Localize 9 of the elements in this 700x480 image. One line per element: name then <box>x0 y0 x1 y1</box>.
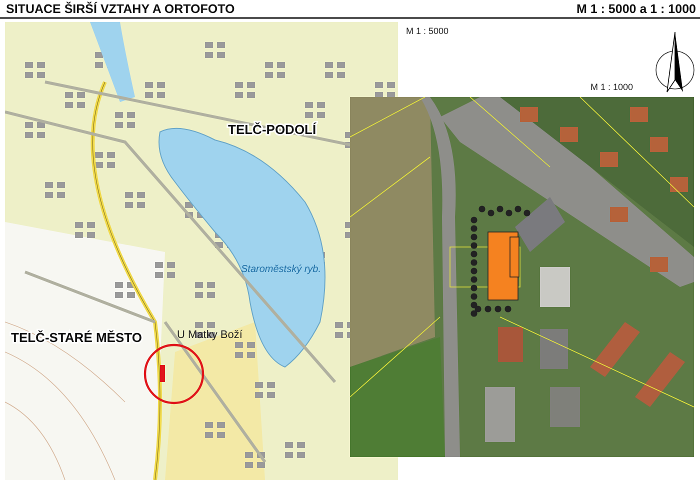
pond-name-label: Staroměstský ryb. <box>241 264 322 275</box>
orthophoto-scale-label: M 1 : 1000 <box>590 82 633 92</box>
sheet-title: SITUACE ŠIRŠÍ VZTAHY A ORTOFOTO <box>6 2 235 17</box>
map-scale-label: M 1 : 5000 <box>406 26 450 36</box>
scale-label: M 1 : 5000 a 1 : 1000 <box>576 2 696 17</box>
place-name-label: TELČ-STARÉ MĚSTO <box>11 330 142 345</box>
place-name-label: TELČ-PODOLÍ <box>228 122 316 137</box>
site-building-icon <box>160 365 165 382</box>
north-arrow-icon <box>656 32 694 92</box>
